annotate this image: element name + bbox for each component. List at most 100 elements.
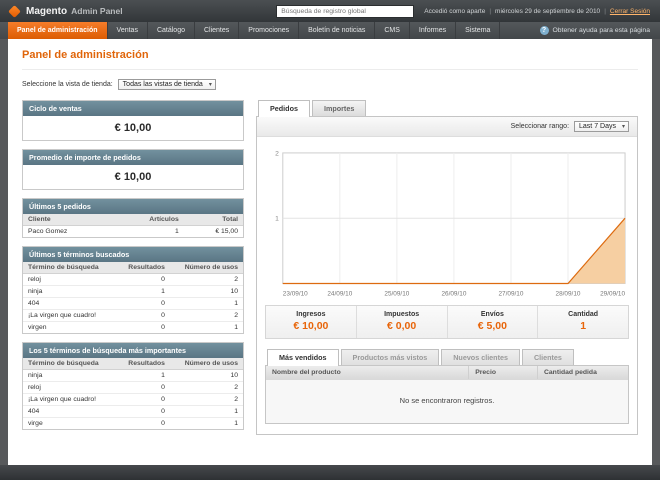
cell: 1 (112, 225, 184, 237)
cell: virge (23, 417, 117, 429)
magento-logo-icon (8, 4, 21, 18)
box-title: Los 5 términos de búsqueda más important… (23, 343, 243, 358)
table-row[interactable]: ¡La virgen que cuadro! 0 2 (23, 309, 243, 322)
cell: ninja (23, 285, 117, 298)
cell: 0 (116, 381, 170, 394)
total-label: Ingresos (296, 311, 326, 319)
dashboard-right-column: Pedidos Importes Seleccionar rango: Last… (256, 100, 638, 436)
tab-clientes[interactable]: Clientes (521, 349, 574, 366)
cell: 1 (116, 285, 170, 298)
col-header: Cantidad pedida (537, 366, 628, 380)
table-row[interactable]: virgen 0 1 (23, 321, 243, 333)
cell: 10 (169, 369, 243, 382)
cell: 0 (116, 297, 170, 310)
col-header: Resultados (116, 358, 170, 370)
chevron-down-icon: ▾ (621, 124, 625, 130)
help-label: Obtener ayuda para esta página (552, 27, 651, 34)
main-nav: Panel de administración Ventas Catálogo … (0, 22, 660, 39)
logo-subtitle: Admin Panel (71, 6, 123, 16)
svg-text:1: 1 (275, 216, 279, 223)
tab-mas-vendidos[interactable]: Más vendidos (267, 349, 339, 367)
products-grid: Nombre del producto Precio Cantidad pedi… (265, 365, 629, 425)
nav-item-promociones[interactable]: Promociones (239, 22, 300, 39)
cell: 0 (116, 393, 170, 406)
help-icon: ? (539, 26, 549, 35)
products-grid-table: Nombre del producto Precio Cantidad pedi… (266, 366, 628, 380)
table-row[interactable]: reloj 0 2 (23, 381, 243, 394)
cell: 1 (169, 417, 243, 429)
dashboard-left-column: Ciclo de ventas € 10,00 Promedio de impo… (22, 100, 244, 430)
col-header: Artículos (112, 214, 184, 226)
box-title: Promedio de importe de pedidos (23, 150, 243, 165)
cell: reloj (23, 381, 117, 394)
store-view-value: Todas las vistas de tienda (122, 81, 203, 88)
tab-productos-mas-vistos[interactable]: Productos más vistos (340, 349, 440, 366)
top-search-terms-table: Término de búsqueda Resultados Número de… (23, 358, 243, 429)
table-row[interactable]: reloj 0 2 (23, 273, 243, 286)
top-search-terms-box: Los 5 términos de búsqueda más important… (22, 342, 244, 430)
cell: virgen (23, 321, 117, 333)
nav-item-catalogo[interactable]: Catálogo (148, 22, 195, 39)
svg-text:2: 2 (275, 150, 279, 157)
nav-item-clientes[interactable]: Clientes (195, 22, 240, 39)
col-header: Término de búsqueda (23, 262, 117, 274)
tab-importes[interactable]: Importes (311, 100, 367, 116)
range-bar: Seleccionar rango: Last 7 Days ▾ (257, 117, 637, 137)
store-view-select[interactable]: Todas las vistas de tienda ▾ (117, 79, 216, 90)
total-impuestos: Impuestos € 0,00 (357, 306, 448, 339)
cell: 1 (169, 405, 243, 418)
cell: ninja (23, 369, 117, 382)
table-row[interactable]: virge 0 1 (23, 417, 243, 429)
cell: 404 (23, 405, 117, 418)
table-row[interactable]: ninja 1 10 (23, 285, 243, 298)
orders-chart-svg: 1 2 23/09/10 24/09/10 25/09/10 26/09/10 27/09/… (275, 150, 626, 297)
col-header: Término de búsqueda (23, 358, 117, 370)
tab-nuevos-clientes[interactable]: Nuevos clientes (441, 349, 520, 366)
table-row[interactable]: ninja 1 10 (23, 369, 243, 382)
tab-pedidos[interactable]: Pedidos (258, 100, 310, 117)
cell: 2 (169, 393, 243, 406)
header-date: miércoles 29 de septiembre de 2010 (495, 7, 601, 15)
range-select[interactable]: Last 7 Days ▾ (574, 121, 629, 132)
col-header: Número de usos (169, 358, 243, 370)
total-envios: Envíos € 5,00 (448, 306, 539, 339)
table-row[interactable]: 404 0 1 (23, 405, 243, 418)
col-header: Total (183, 214, 243, 226)
nav-item-ventas[interactable]: Ventas (108, 22, 148, 39)
content-area: Panel de administración Seleccione la vi… (8, 39, 652, 465)
total-label: Impuestos (384, 311, 420, 319)
cell: 10 (169, 285, 243, 298)
total-value: 1 (580, 320, 587, 333)
col-header: Resultados (116, 262, 170, 274)
col-header: Nombre del producto (266, 366, 470, 380)
store-view-label: Seleccione la vista de tienda: (22, 81, 113, 88)
table-row[interactable]: ¡La virgen que cuadro! 0 2 (23, 393, 243, 406)
nav-item-dashboard[interactable]: Panel de administración (8, 22, 108, 39)
store-view-switcher: Seleccione la vista de tienda: Todas las… (22, 69, 638, 100)
nav-item-informes[interactable]: Informes (410, 22, 457, 39)
global-search-input[interactable] (276, 4, 415, 18)
box-title: Ciclo de ventas (23, 101, 243, 116)
cell: reloj (23, 273, 117, 286)
average-orders-box: Promedio de importe de pedidos € 10,00 (22, 149, 244, 190)
nav-item-sistema[interactable]: Sistema (456, 22, 501, 39)
cell: 2 (169, 273, 243, 286)
table-row[interactable]: Paco Gomez 1 € 15,00 (23, 225, 243, 237)
svg-text:27/09/10: 27/09/10 (498, 290, 523, 297)
cell: 404 (23, 297, 117, 310)
range-label: Seleccionar rango: (510, 123, 570, 130)
average-orders-value: € 10,00 (23, 165, 243, 189)
help-link[interactable]: ? Obtener ayuda para esta página (530, 22, 660, 39)
svg-text:23/09/10: 23/09/10 (283, 290, 308, 297)
col-header: Precio (468, 366, 538, 380)
logout-link[interactable]: Cerrar Sesión (610, 8, 650, 15)
table-row[interactable]: 404 0 1 (23, 297, 243, 310)
nav-item-cms[interactable]: CMS (375, 22, 410, 39)
magento-logo: Magento Admin Panel (8, 4, 123, 18)
cell: 0 (116, 405, 170, 418)
page-title: Panel de administración (22, 49, 149, 61)
cell: € 15,00 (183, 225, 243, 237)
cell: ¡La virgen que cuadro! (23, 393, 117, 406)
nav-item-boletin[interactable]: Boletín de noticias (299, 22, 376, 39)
cell: 1 (116, 369, 170, 382)
